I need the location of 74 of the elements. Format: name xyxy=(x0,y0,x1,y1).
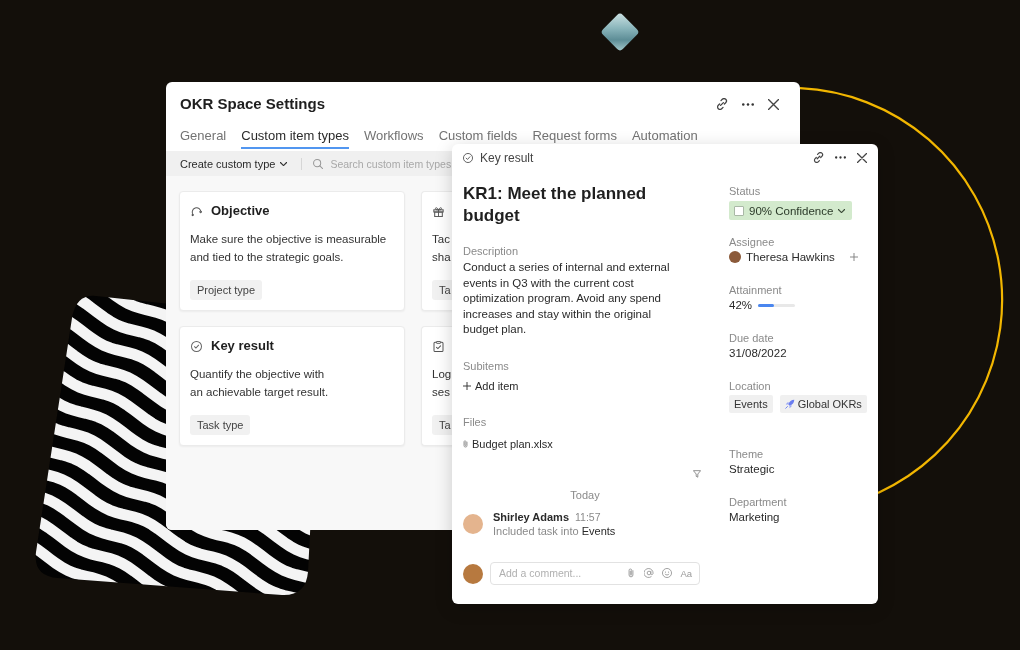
card-description: Tac sha xyxy=(432,232,452,265)
item-type-label: Key result xyxy=(480,150,534,165)
search-field[interactable]: Search custom item types xyxy=(313,157,453,170)
location-tag[interactable]: Global OKRs xyxy=(779,395,867,413)
chevron-down-icon xyxy=(280,161,288,166)
assignee-name: Theresa Hawkins xyxy=(746,250,835,265)
window-title: OKR Space Settings xyxy=(180,94,326,114)
tab[interactable]: Custom fields xyxy=(438,129,518,143)
field-label: Location xyxy=(729,379,771,393)
type-tag: Ta xyxy=(432,415,454,435)
card-title: Key result xyxy=(211,338,274,354)
section-label: Subitems xyxy=(463,358,509,373)
field-value: 31/08/2022 xyxy=(729,346,787,361)
more-icon[interactable] xyxy=(742,102,754,106)
card-description: Make sure the objective is measurable and tied to the strategic goals. xyxy=(190,232,388,265)
chevron-down-icon xyxy=(838,208,846,213)
item-type-card[interactable]: Tac sha Ta xyxy=(421,191,454,311)
item-link[interactable]: Events xyxy=(581,524,616,537)
field-label: Due date xyxy=(729,331,774,345)
location-tag[interactable]: Events xyxy=(729,395,773,413)
card-description: Quantify the objective with an achievable target result. xyxy=(190,367,330,400)
timestamp: 11:57 xyxy=(575,509,601,524)
status-square-icon xyxy=(734,205,744,216)
curved-arrow-icon xyxy=(191,205,202,217)
add-item-button[interactable]: Add item xyxy=(463,377,519,394)
file-link[interactable]: Budget plan.xlsx xyxy=(463,435,553,452)
avatar xyxy=(729,251,741,263)
search-icon xyxy=(313,158,324,169)
field-label: Department xyxy=(729,495,787,509)
item-title: KR1: Meet the planned budget xyxy=(463,183,648,227)
attainment-value: 42% xyxy=(729,298,753,313)
type-tag: Ta xyxy=(432,280,454,300)
link-icon[interactable] xyxy=(813,152,824,163)
filter-icon[interactable] xyxy=(693,469,701,478)
tab[interactable]: Request forms xyxy=(532,129,617,143)
check-circle-icon xyxy=(463,152,473,163)
date-divider: Today xyxy=(570,487,600,502)
item-type-card[interactable]: Key result Quantify the objective with an achievable target result. Task type xyxy=(179,326,405,446)
tab[interactable]: Workflows xyxy=(363,129,424,143)
check-circle-icon xyxy=(191,340,202,352)
close-icon[interactable] xyxy=(768,98,779,110)
card-title: Objective xyxy=(211,203,270,219)
type-tag: Task type xyxy=(190,415,251,435)
status-dropdown[interactable]: 90% Confidence xyxy=(729,201,853,220)
field-label: Status xyxy=(729,184,761,198)
paperclip-icon[interactable] xyxy=(626,568,637,578)
tab[interactable]: Automation xyxy=(631,129,698,143)
gift-icon xyxy=(433,205,444,217)
activity-text: Included task into Events xyxy=(493,523,616,538)
paperclip-icon xyxy=(463,439,468,448)
field-label: Assignee xyxy=(729,235,775,249)
tab[interactable]: General xyxy=(180,129,227,143)
type-tag: Project type xyxy=(190,280,263,300)
author-name: Shirley Adams xyxy=(493,509,569,524)
field-label: Attainment xyxy=(729,283,782,297)
section-label: Files xyxy=(463,414,487,429)
close-icon[interactable] xyxy=(857,152,867,163)
field-value: Marketing xyxy=(729,510,780,525)
create-type-button[interactable]: Create custom type xyxy=(180,157,288,170)
tab[interactable]: Custom item types xyxy=(241,129,349,149)
avatar xyxy=(463,563,483,584)
item-type-card[interactable]: Log ses Ta xyxy=(421,326,454,446)
link-icon[interactable] xyxy=(716,98,728,110)
more-icon[interactable] xyxy=(835,156,846,159)
section-label: Description xyxy=(463,244,519,258)
field-value: Strategic xyxy=(729,462,775,477)
avatar xyxy=(463,513,483,534)
item-type-card[interactable]: Objective Make sure the objective is measurable and tied to the strategic goals. Project type xyxy=(179,191,405,311)
rocket-icon xyxy=(784,399,795,409)
card-description: Log ses xyxy=(432,367,453,400)
item-description: Conduct a series of internal and external events in Q3 with the current cost optimization program. Avoid any spend increases and stay within the original budget plan. xyxy=(463,260,670,337)
clipboard-check-icon xyxy=(433,340,444,352)
plus-icon xyxy=(463,381,471,390)
field-label: Theme xyxy=(729,447,764,461)
